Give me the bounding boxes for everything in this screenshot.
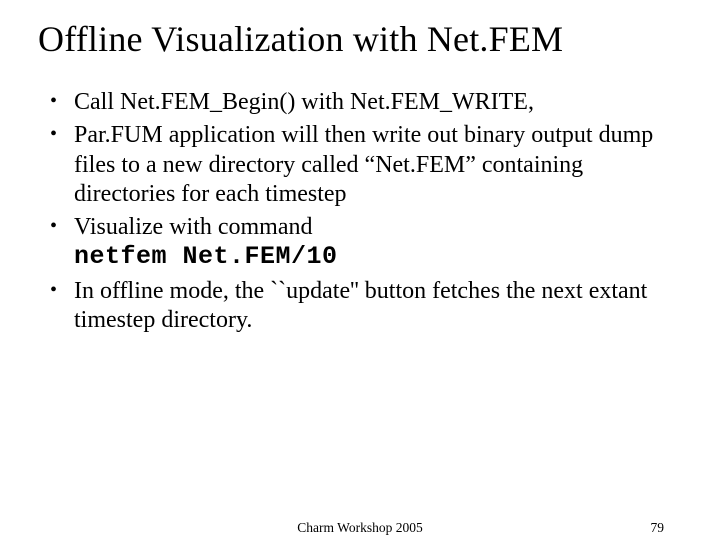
page-title: Offline Visualization with Net.FEM (38, 18, 682, 60)
list-item: Visualize with command netfem Net.FEM/10 (46, 213, 682, 273)
slide: Offline Visualization with Net.FEM Call … (0, 0, 720, 540)
footer-pagenum: 79 (651, 520, 665, 536)
bullet-pre-1: Par.FUM application will then write out … (74, 122, 653, 207)
bullet-pre-2: Visualize with command (74, 214, 313, 240)
bullet-list: Call Net.FEM_Begin() with Net.FEM_WRITE,… (38, 88, 682, 335)
list-item: Call Net.FEM_Begin() with Net.FEM_WRITE, (46, 88, 682, 117)
list-item: In offline mode, the ``update'' button f… (46, 277, 682, 336)
list-item: Par.FUM application will then write out … (46, 121, 682, 209)
footer-center: Charm Workshop 2005 (297, 520, 422, 536)
bullet-pre-0: Call Net.FEM_Begin() with Net.FEM_WRITE, (74, 89, 534, 115)
bullet-code-2: netfem Net.FEM/10 (74, 242, 338, 271)
bullet-pre-3: In offline mode, the ``update'' button f… (74, 278, 647, 333)
